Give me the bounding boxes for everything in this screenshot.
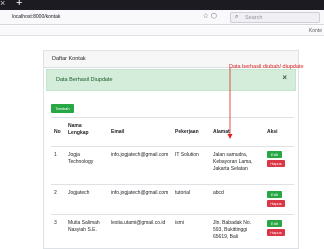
close-icon[interactable]: × xyxy=(282,73,287,83)
table-row: 2 Jogjatech info.jogjatech@gmail.com tut… xyxy=(51,185,294,215)
navigation-toolbar: localhost:8000/kontak ☆ ⬡ ⌕ Search xyxy=(0,10,324,25)
delete-button[interactable]: Hapus xyxy=(267,229,285,236)
cell-alamat-line: abcd xyxy=(213,190,224,196)
delete-button[interactable]: Hapus xyxy=(267,160,285,167)
column-header-email: Email xyxy=(111,129,125,135)
cell-nama-line: Mutia Salimah xyxy=(68,220,100,226)
cell-no: 1 xyxy=(54,152,57,158)
search-icon: ⌕ xyxy=(235,14,239,20)
column-header-aksi: Aksi xyxy=(267,129,278,135)
cell-no: 2 xyxy=(54,190,57,196)
search-input[interactable]: ⌕ Search xyxy=(230,12,320,23)
cell-pekerjaan: IT Solution xyxy=(175,152,199,158)
column-header-nama: Nama Lengkap xyxy=(68,123,89,136)
table-header: No Nama Lengkap Email Pekerjaan Alamat A… xyxy=(51,117,294,147)
column-header-pekerjaan: Pekerjaan xyxy=(175,129,199,135)
cell-pekerjaan: ismi xyxy=(175,220,184,226)
cell-alamat-line: 593, Bukittinggi xyxy=(213,227,248,233)
cell-alamat-line: Jln. Babadak No. xyxy=(213,220,252,226)
page-title: Daftar Kontak xyxy=(52,56,86,62)
tab-strip: × + xyxy=(0,0,324,10)
cell-nama-line: Technology xyxy=(68,159,94,165)
contact-card: Daftar Kontak Data Berhasil Diupdate × T… xyxy=(43,50,299,249)
cell-email: info.jogjatech@gmail.com xyxy=(111,152,169,158)
cell-email: lestia.utami@gmail.co.id xyxy=(111,220,166,226)
close-tab-icon[interactable]: × xyxy=(0,0,6,8)
search-placeholder: Search xyxy=(245,15,263,21)
cell-email: info.jogjatech@gmail.com xyxy=(111,190,169,196)
address-bar[interactable]: localhost:8000/kontak ☆ ⬡ xyxy=(8,12,221,23)
bookmarks-toolbar: Konte xyxy=(0,26,324,36)
bookmark-star-icon[interactable]: ☆ ⬡ xyxy=(203,12,217,22)
add-contact-button[interactable]: Tambah xyxy=(51,104,74,113)
cell-nama-line: Jogjatech xyxy=(68,190,90,196)
delete-button[interactable]: Hapus xyxy=(267,200,285,207)
url-text[interactable]: localhost:8000/kontak xyxy=(12,13,60,22)
edit-button[interactable]: Edit xyxy=(267,220,282,227)
table-row: 3 Mutia Salimah Nasyiah S.E. lestia.utam… xyxy=(51,215,294,249)
column-header-alamat: Alamat xyxy=(213,129,230,135)
success-alert: Data Berhasil Diupdate × xyxy=(46,69,296,91)
cell-alamat-line: Jalan samudra, xyxy=(213,152,248,158)
cell-nama-line: Jogja xyxy=(68,152,80,158)
cell-nama-line: Nasyiah S.E. xyxy=(68,227,97,233)
edit-button[interactable]: Edit xyxy=(267,191,282,198)
bookmark-item[interactable]: Konte xyxy=(309,27,322,35)
edit-button[interactable]: Edit xyxy=(267,151,282,158)
alert-message: Data Berhasil Diupdate xyxy=(56,77,113,83)
cell-pekerjaan: tutorial xyxy=(175,190,191,196)
cell-no: 3 xyxy=(54,220,57,226)
new-tab-button[interactable]: + xyxy=(16,0,22,10)
cell-alamat-line: Kebayoran Lama, xyxy=(213,159,253,165)
annotation-label: Data berhasil diubah/ diupdate xyxy=(229,64,304,70)
column-header-no: No xyxy=(54,129,61,135)
table-row: 1 Jogja Technology info.jogjatech@gmail.… xyxy=(51,147,294,185)
cell-alamat-line: Jakarta Selatan xyxy=(213,166,248,172)
